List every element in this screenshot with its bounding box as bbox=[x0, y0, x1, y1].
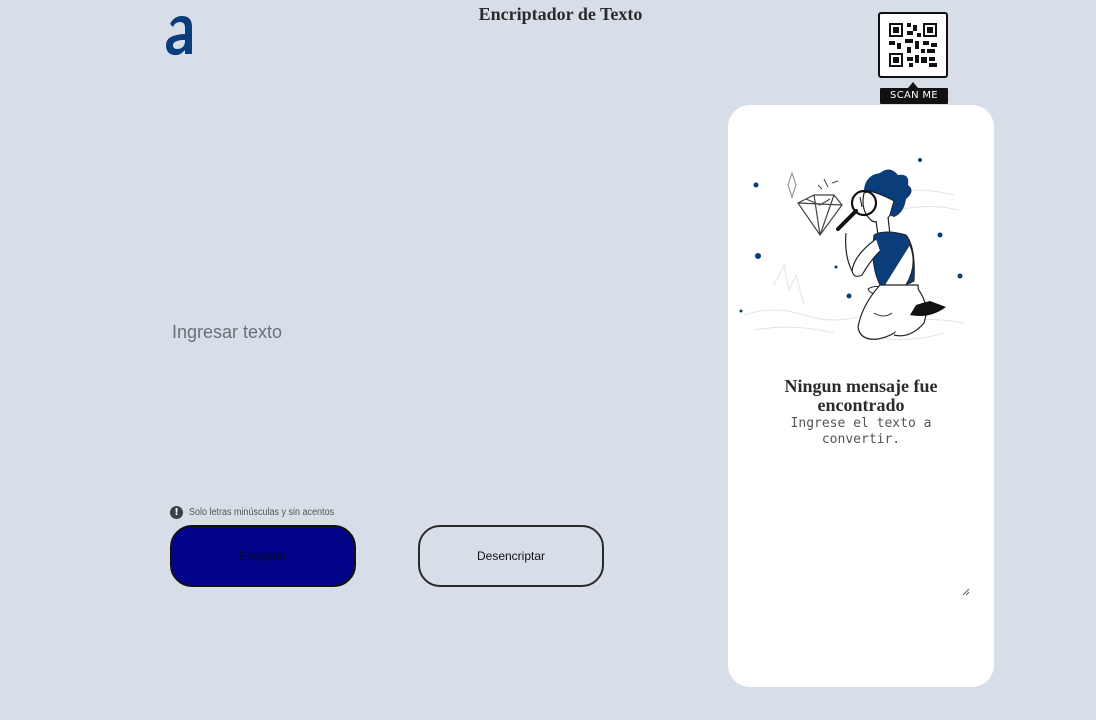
text-input[interactable] bbox=[170, 320, 694, 484]
qr-code[interactable]: SCAN ME bbox=[878, 12, 950, 104]
decrypt-button[interactable]: Desencriptar bbox=[418, 525, 604, 587]
output-panel: Ningun mensaje fue encontrado Ingrese el… bbox=[728, 105, 994, 687]
input-hint: ! Solo letras minúsculas y sin acentos bbox=[170, 506, 350, 519]
person-magnifying-glass-illustration bbox=[734, 155, 974, 377]
empty-state-title: Ningun mensaje fue encontrado bbox=[784, 376, 938, 415]
exclamation-circle-icon: ! bbox=[170, 506, 183, 519]
encrypt-button[interactable]: Encriptar bbox=[170, 525, 356, 587]
hint-text: Solo letras minúsculas y sin acentos bbox=[189, 507, 335, 518]
resize-grip-icon[interactable] bbox=[960, 583, 970, 596]
empty-state-subtitle: Ingrese el texto a convertir. bbox=[790, 416, 932, 447]
qr-code-icon bbox=[878, 12, 948, 78]
qr-scan-label: SCAN ME bbox=[880, 88, 948, 104]
